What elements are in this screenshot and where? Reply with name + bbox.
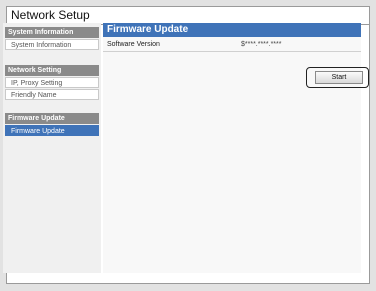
- software-version-value: $****.****.****: [241, 41, 282, 48]
- row-divider: [103, 51, 361, 52]
- panel-title: Firmware Update: [103, 23, 361, 37]
- software-version-label: Software Version: [107, 41, 160, 48]
- window-title: Network Setup: [11, 8, 90, 22]
- sidebar-item-friendly-name[interactable]: Friendly Name: [5, 89, 99, 100]
- sidebar-section-system-information: System Information: [5, 27, 99, 38]
- start-button[interactable]: Start: [315, 71, 363, 84]
- sidebar: System Information System Information Ne…: [3, 23, 101, 273]
- sidebar-section-firmware-update: Firmware Update: [5, 113, 99, 124]
- sidebar-item-firmware-update[interactable]: Firmware Update: [5, 125, 99, 136]
- sidebar-item-system-information[interactable]: System Information: [5, 39, 99, 50]
- sidebar-item-ip-proxy-setting[interactable]: IP, Proxy Setting: [5, 77, 99, 88]
- main-panel: Firmware Update Software Version $****.*…: [103, 23, 369, 273]
- sidebar-section-network-setting: Network Setting: [5, 65, 99, 76]
